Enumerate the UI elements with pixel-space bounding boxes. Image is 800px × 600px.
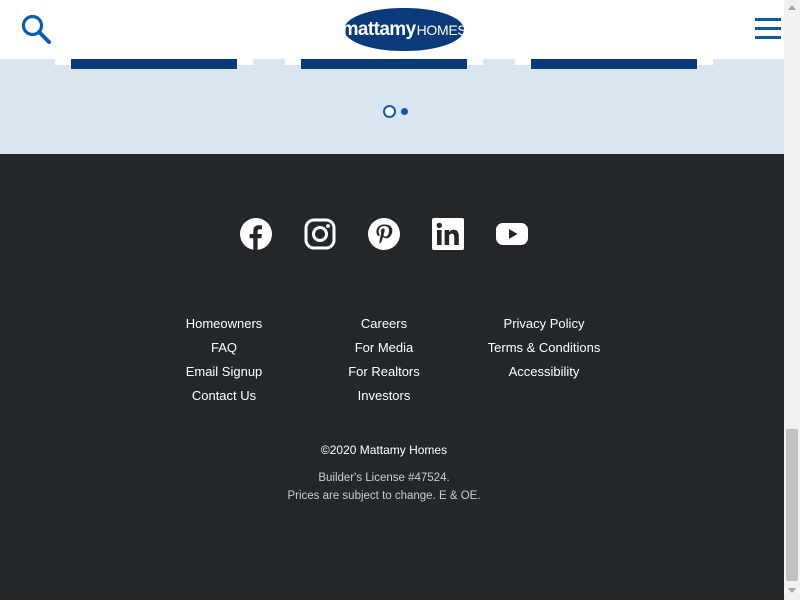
license-line: Builder's License #47524.: [318, 472, 450, 484]
scroll-down-arrow-icon[interactable]: [788, 588, 796, 593]
carousel-card: [55, 59, 253, 69]
footer-links-column-3: Privacy Policy Terms & Conditions Access…: [464, 312, 624, 384]
footer-links-column-1: Homeowners FAQ Email Signup Contact Us: [144, 312, 304, 408]
copyright-text: ©2020 Mattamy Homes: [320, 443, 448, 457]
card-button[interactable]: [71, 59, 237, 69]
search-icon: [21, 14, 51, 44]
site-header: mattamy HOMES: [0, 0, 784, 59]
search-button[interactable]: [20, 13, 54, 47]
mattamy-homes-logo[interactable]: mattamy HOMES: [341, 8, 467, 51]
footer-link[interactable]: Careers: [304, 312, 464, 336]
disclaimer-line: Prices are subject to change. E & OE.: [287, 490, 481, 502]
footer-link[interactable]: Terms & Conditions: [464, 336, 624, 360]
instagram-icon[interactable]: [304, 218, 336, 250]
footer-link[interactable]: FAQ: [144, 336, 304, 360]
scroll-up-arrow-icon[interactable]: [788, 5, 796, 10]
footer-link[interactable]: Contact Us: [144, 384, 304, 408]
page-scrollbar[interactable]: [784, 0, 800, 600]
hamburger-line: [755, 36, 781, 39]
social-links: [240, 218, 530, 252]
pagination-dot-active[interactable]: [383, 104, 396, 118]
footer-link[interactable]: Homeowners: [144, 312, 304, 336]
license-text: Builder's License #47524. Prices are sub…: [0, 469, 768, 505]
footer-link[interactable]: Privacy Policy: [464, 312, 624, 336]
footer-link[interactable]: Accessibility: [464, 360, 624, 384]
footer-link[interactable]: Email Signup: [144, 360, 304, 384]
pinterest-icon[interactable]: [368, 218, 400, 250]
card-button[interactable]: [301, 59, 467, 69]
youtube-icon[interactable]: [496, 218, 528, 250]
card-button[interactable]: [531, 59, 697, 69]
logo-homes-text: HOMES: [416, 21, 467, 38]
linkedin-icon[interactable]: [432, 218, 464, 250]
logo-brand-text: mattamy: [341, 18, 417, 40]
site-footer: Homeowners FAQ Email Signup Contact Us C…: [0, 154, 784, 600]
hamburger-menu-icon: [755, 18, 781, 21]
carousel-pagination: [383, 104, 408, 118]
footer-link[interactable]: For Realtors: [304, 360, 464, 384]
carousel: [0, 59, 784, 154]
carousel-card: [285, 59, 483, 69]
footer-links-column-2: Careers For Media For Realtors Investors: [304, 312, 464, 408]
footer-link[interactable]: Investors: [304, 384, 464, 408]
footer-link[interactable]: For Media: [304, 336, 464, 360]
facebook-icon[interactable]: [240, 218, 272, 250]
carousel-card: [515, 59, 713, 69]
menu-button[interactable]: [755, 18, 781, 40]
pagination-dot[interactable]: [401, 107, 408, 115]
hamburger-line: [755, 27, 781, 30]
scrollbar-thumb[interactable]: [786, 429, 798, 581]
